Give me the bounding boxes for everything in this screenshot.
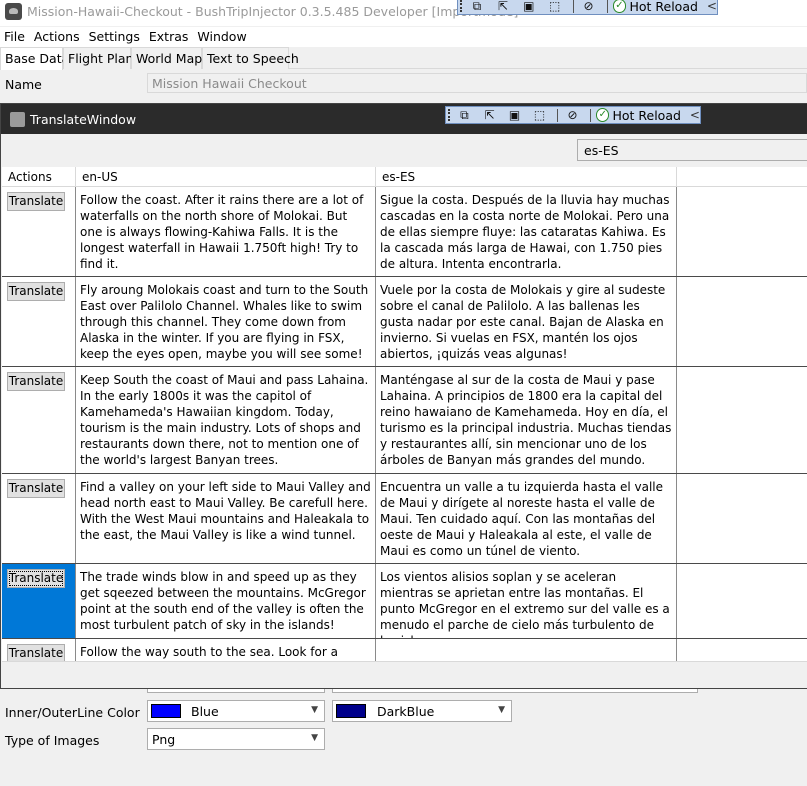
inspect-visual-tree-icon[interactable]: ⧉ (467, 0, 487, 14)
table-row[interactable]: Translate Find a valley on your left sid… (2, 474, 807, 564)
hot-reload-label[interactable]: Hot Reload (612, 108, 680, 123)
table-row[interactable]: Translate Follow the coast. After it rai… (2, 187, 807, 277)
table-row[interactable]: Translate Fly aroung Molokais coast and … (2, 277, 807, 367)
empty-cell (677, 187, 807, 276)
tab-bar: Base Data Flight Plan World Map Text to … (0, 47, 807, 70)
hot-reload-check-icon: ✓ (612, 0, 627, 13)
source-text-cell[interactable]: The trade winds blow in and speed up as … (76, 564, 376, 638)
toolbar-separator (606, 0, 608, 13)
target-language-combo[interactable]: es-ES (577, 139, 807, 161)
chevron-down-icon: ▼ (311, 733, 318, 743)
column-header-es-es[interactable]: es-ES (376, 167, 677, 187)
table-row[interactable]: Translate Follow the way south to the se… (2, 639, 807, 661)
empty-cell (677, 639, 807, 661)
select-element-icon[interactable]: ⇱ (493, 0, 513, 14)
source-text-cell[interactable]: Follow the coast. After it rains there a… (76, 187, 376, 276)
translate-button[interactable]: Translate (7, 372, 65, 391)
inner-color-text: Blue (191, 704, 219, 719)
collapse-toolbar-icon[interactable]: < (707, 0, 717, 13)
source-text-cell[interactable]: Follow the way south to the sea. Look fo… (76, 639, 376, 661)
tab-text-to-speech[interactable]: Text to Speech (202, 47, 299, 69)
empty-cell (677, 564, 807, 638)
window-title: Mission-Hawaii-Checkout - BushTripInject… (27, 4, 519, 19)
translate-button[interactable]: Translate (7, 569, 65, 588)
tab-world-map[interactable]: World Map (131, 47, 202, 69)
display-layout-adorners-icon[interactable]: ▣ (519, 0, 539, 14)
outer-line-color-combo[interactable]: DarkBlue ▼ (332, 700, 512, 722)
display-layout-adorners-icon[interactable]: ▣ (505, 107, 524, 123)
translate-button[interactable]: Translate (7, 192, 65, 211)
source-text-cell[interactable]: Keep South the coast of Maui and pass La… (76, 367, 376, 473)
hot-reload-check-icon: ✓ (596, 108, 610, 122)
translation-grid: Actions en-US es-ES Translate Follow the… (2, 167, 807, 661)
translate-window: TranslateWindow es-ES Actions en-US es-E… (0, 103, 807, 689)
translated-text-cell[interactable]: Manténgase al sur de la costa de Maui y … (376, 367, 677, 473)
translated-text-cell[interactable]: Vuele por la costa de Molokais y gire al… (376, 277, 677, 366)
translated-text-cell[interactable]: Encuentra un valle a tu izquierda hasta … (376, 474, 677, 563)
menu-bar: File Actions Settings Extras Window (0, 27, 807, 47)
source-text-cell[interactable]: Find a valley on your left side to Maui … (76, 474, 376, 563)
tab-flight-plan[interactable]: Flight Plan (63, 47, 133, 69)
horizontal-scrollbar[interactable] (2, 661, 807, 685)
binding-failures-icon[interactable]: ⊘ (563, 107, 582, 123)
darkblue-swatch (336, 704, 366, 718)
toolbar-grip[interactable] (448, 109, 452, 121)
toolbar-separator (557, 108, 559, 122)
column-header-empty (677, 167, 807, 187)
image-type-text: Png (152, 732, 176, 747)
window-icon (10, 112, 25, 127)
column-header-actions[interactable]: Actions (2, 167, 76, 187)
track-focus-icon[interactable]: ⬚ (545, 0, 565, 14)
translate-button[interactable]: Translate (7, 479, 65, 498)
outer-color-text: DarkBlue (377, 704, 435, 719)
inspect-visual-tree-icon[interactable]: ⧉ (455, 107, 474, 123)
name-field[interactable]: Mission Hawaii Checkout (147, 73, 807, 93)
collapse-toolbar-icon[interactable]: < (690, 108, 700, 122)
toolbar-separator (572, 0, 574, 13)
select-element-icon[interactable]: ⇱ (480, 107, 499, 123)
image-type-combo[interactable]: Png ▼ (147, 728, 325, 750)
chevron-down-icon: ▼ (498, 705, 505, 715)
menu-settings[interactable]: Settings (85, 27, 144, 47)
hot-reload-label[interactable]: Hot Reload (629, 0, 697, 14)
binding-failures-icon[interactable]: ⊘ (579, 0, 599, 14)
empty-cell (677, 474, 807, 563)
translate-window-title: TranslateWindow (30, 112, 137, 127)
menu-window[interactable]: Window (193, 27, 250, 47)
line-color-label: Inner/OuterLine Color (5, 705, 140, 720)
menu-actions[interactable]: Actions (30, 27, 84, 47)
translated-text-cell[interactable] (376, 639, 677, 661)
app-icon (5, 3, 22, 20)
translated-text-cell[interactable]: Los vientos alisios soplan y se aceleran… (376, 564, 677, 638)
translate-button[interactable]: Translate (7, 644, 65, 661)
track-focus-icon[interactable]: ⬚ (530, 107, 549, 123)
source-text-cell[interactable]: Fly aroung Molokais coast and turn to th… (76, 277, 376, 366)
name-label: Name (5, 77, 42, 92)
chevron-down-icon: ▼ (311, 705, 318, 715)
translated-text-cell[interactable]: Sigue la costa. Después de la lluvia hay… (376, 187, 677, 276)
empty-cell (677, 277, 807, 366)
tab-base-data[interactable]: Base Data (0, 47, 69, 70)
blue-swatch (151, 704, 181, 718)
inner-line-color-combo[interactable]: Blue ▼ (147, 700, 325, 722)
wpf-dev-toolbar: ⧉ ⇱ ▣ ⬚ ⊘ ✓ Hot Reload < (457, 0, 718, 15)
empty-cell (677, 367, 807, 473)
table-row-selected[interactable]: Translate The trade winds blow in and sp… (2, 564, 807, 639)
menu-file[interactable]: File (0, 27, 29, 47)
toolbar-separator (590, 108, 592, 122)
translate-window-content: es-ES Actions en-US es-ES Translate Foll… (1, 134, 807, 688)
menu-extras[interactable]: Extras (145, 27, 193, 47)
translate-button[interactable]: Translate (7, 282, 65, 301)
table-row[interactable]: Translate Keep South the coast of Maui a… (2, 367, 807, 474)
wpf-dev-toolbar-translate: ⧉ ⇱ ▣ ⬚ ⊘ ✓ Hot Reload < (445, 106, 701, 124)
toolbar-grip[interactable] (460, 0, 464, 12)
column-header-en-us[interactable]: en-US (76, 167, 376, 187)
grid-header: Actions en-US es-ES (2, 167, 807, 187)
image-type-label: Type of Images (5, 733, 100, 748)
